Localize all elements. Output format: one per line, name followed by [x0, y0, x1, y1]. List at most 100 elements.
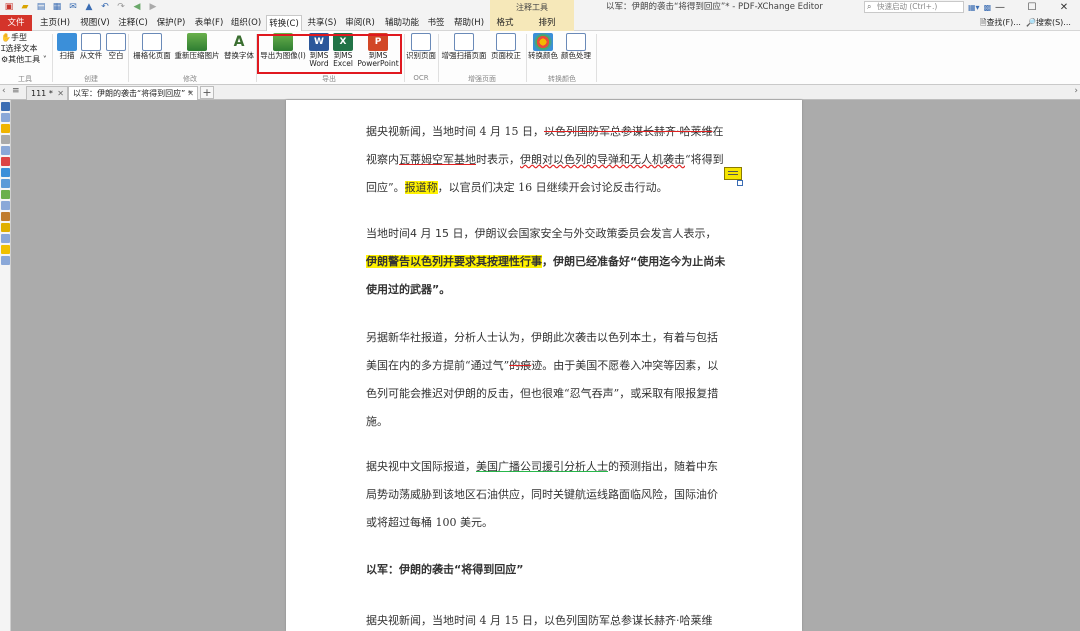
signatures-icon[interactable]: [1, 157, 10, 166]
menu-organize[interactable]: 组织(O): [229, 15, 263, 31]
blank-button[interactable]: 空白: [106, 33, 126, 60]
group-label-tools: 工具: [18, 75, 32, 83]
new-tab-button[interactable]: +: [200, 86, 214, 99]
highlight-annotation[interactable]: 伊朗警告以色列并要求其按理性行事: [366, 255, 542, 268]
menu-view[interactable]: 视图(V): [78, 15, 112, 31]
ocr-icon: [411, 33, 431, 51]
save-icon[interactable]: ▤: [34, 1, 48, 13]
search-panel-icon[interactable]: [1, 256, 10, 265]
convert-colors-button[interactable]: 转换颜色: [527, 33, 559, 60]
strikeout-annotation[interactable]: 的痕: [509, 359, 531, 372]
content-icon[interactable]: [1, 234, 10, 243]
forward-icon[interactable]: ▶: [146, 1, 160, 13]
blank-label: 空白: [108, 51, 124, 60]
menu-form[interactable]: 表单(F): [192, 15, 226, 31]
expand-panel-icon[interactable]: ›: [1074, 86, 1078, 96]
select-text-label: 选择文本: [5, 44, 38, 53]
tab-111[interactable]: 111 * ✕: [26, 86, 68, 100]
recompress-icon: [187, 33, 207, 51]
deskew-button[interactable]: 页面校正: [488, 33, 524, 60]
menu-comment[interactable]: 注释(C): [116, 15, 150, 31]
email-icon[interactable]: ✉: [66, 1, 80, 13]
menu-help[interactable]: 帮助(H): [452, 15, 486, 31]
scanner-icon: [57, 33, 77, 51]
rasterize-button[interactable]: 栅格化页面: [131, 33, 173, 60]
select-text-button[interactable]: Ɪ选择文本: [1, 43, 37, 54]
color-process-button[interactable]: 颜色处理: [559, 33, 593, 60]
paragraph-2: 当地时间4 月 15 日，伊朗议会国家安全与外交政策委员会发言人表示， 伊朗警告以…: [366, 220, 726, 304]
window-title: 以军：伊朗的袭击“将得到回应”* - PDF-XChange Editor: [606, 2, 823, 12]
find-button[interactable]: 🗎查找(F)...: [980, 15, 1021, 31]
scan-icon[interactable]: ▲: [82, 1, 96, 13]
menu-home[interactable]: 主页(H): [38, 15, 72, 31]
fields-icon[interactable]: [1, 223, 10, 232]
other-tools-button[interactable]: ⚙其他工具 ˅: [1, 54, 47, 65]
tab-close-icon[interactable]: ✕: [187, 87, 194, 100]
redo-icon[interactable]: ↷: [114, 1, 128, 13]
menu-convert[interactable]: 转换(C): [266, 15, 302, 31]
strikeout-annotation[interactable]: 以色列国防军总参谋长赫齐·哈莱维: [544, 125, 713, 138]
divider: [404, 34, 405, 82]
sticky-note-icon[interactable]: [724, 167, 742, 180]
print-icon[interactable]: ▦: [50, 1, 64, 13]
menu-review[interactable]: 审阅(R): [343, 15, 377, 31]
pages-icon[interactable]: [1, 113, 10, 122]
search-button[interactable]: 🔎搜索(S)...: [1026, 15, 1071, 31]
squiggly-annotation[interactable]: 伊朗对以色列的导弹和无人机袭击: [520, 153, 685, 166]
back-icon[interactable]: ◀: [130, 1, 144, 13]
font-icon: A: [233, 34, 245, 50]
tab-close-icon[interactable]: ✕: [57, 87, 64, 100]
maximize-icon[interactable]: ☐: [1016, 0, 1048, 15]
selection-handle[interactable]: [737, 180, 743, 186]
menu-protect[interactable]: 保护(P): [154, 15, 188, 31]
pdf-page[interactable]: 据央视新闻，当地时间 4 月 15 日，以色列国防军总参谋长赫齐·哈莱维在视察内…: [286, 100, 802, 631]
replace-fonts-label: 替换字体: [224, 51, 254, 60]
hand-tool-button[interactable]: ✋手型: [1, 32, 27, 43]
underline-annotation[interactable]: 美国广播公司援引分析人士: [476, 460, 608, 473]
enhance-scan-button[interactable]: 增强扫描页面: [440, 33, 488, 60]
tags-icon[interactable]: [1, 212, 10, 221]
structure-icon[interactable]: [1, 168, 10, 177]
scan-button[interactable]: 扫描: [56, 33, 78, 60]
menu-arrange[interactable]: 排列: [520, 15, 574, 31]
attachments-icon[interactable]: [1, 135, 10, 144]
replace-fonts-button[interactable]: A 替换字体: [222, 33, 256, 60]
paragraph-6: 据央视新闻，当地时间 4 月 15 日，以色列国防军总参谋长赫齐·哈莱维: [366, 614, 713, 627]
highlight-annotation[interactable]: 报道称: [404, 181, 438, 194]
comments-icon[interactable]: [1, 124, 10, 133]
open-icon[interactable]: ▰: [18, 1, 32, 13]
close-icon[interactable]: ✕: [1048, 0, 1080, 15]
layers-icon[interactable]: [1, 146, 10, 155]
layout-icon[interactable]: ▦▾: [968, 0, 980, 15]
properties-icon[interactable]: [1, 179, 10, 188]
bookmarks-icon[interactable]: [1, 102, 10, 111]
tab-current-document[interactable]: 以军：伊朗的袭击“将得到回应” * ✕: [68, 86, 198, 100]
window-controls: — ☐ ✕: [984, 0, 1080, 15]
stamps-icon[interactable]: [1, 245, 10, 254]
from-file-label: 从文件: [79, 51, 103, 60]
divider: [596, 34, 597, 82]
undo-icon[interactable]: ↶: [98, 1, 112, 13]
from-file-button[interactable]: 从文件: [78, 33, 104, 60]
quick-launch-input[interactable]: ⌕ 快速启动 (Ctrl+.): [864, 1, 964, 13]
color-wheel-icon: [533, 33, 553, 51]
articles-icon[interactable]: [1, 201, 10, 210]
group-label-enhance: 增强页面: [468, 75, 496, 83]
menu-accessibility[interactable]: 辅助功能: [382, 15, 422, 31]
tab-menu-icon[interactable]: ≡: [12, 86, 20, 96]
export-highlight-box: [257, 34, 402, 74]
minimize-icon[interactable]: —: [984, 0, 1016, 15]
divider: [128, 34, 129, 82]
destinations-icon[interactable]: [1, 190, 10, 199]
text-run: 时表示，: [476, 153, 520, 166]
menu-format[interactable]: 格式: [490, 15, 520, 31]
group-label-ocr: OCR: [413, 74, 429, 82]
recompress-button[interactable]: 重新压缩图片: [173, 33, 221, 60]
context-tools-label: 注释工具: [490, 0, 574, 15]
ocr-button[interactable]: 识别页面: [406, 33, 436, 60]
menu-bookmarks[interactable]: 书签: [424, 15, 448, 31]
underline-annotation[interactable]: 瓦蒂姆空军基地: [399, 153, 476, 166]
menu-share[interactable]: 共享(S): [305, 15, 339, 31]
menu-file[interactable]: 文件: [0, 15, 32, 31]
collapse-panel-icon[interactable]: ‹: [2, 86, 6, 96]
